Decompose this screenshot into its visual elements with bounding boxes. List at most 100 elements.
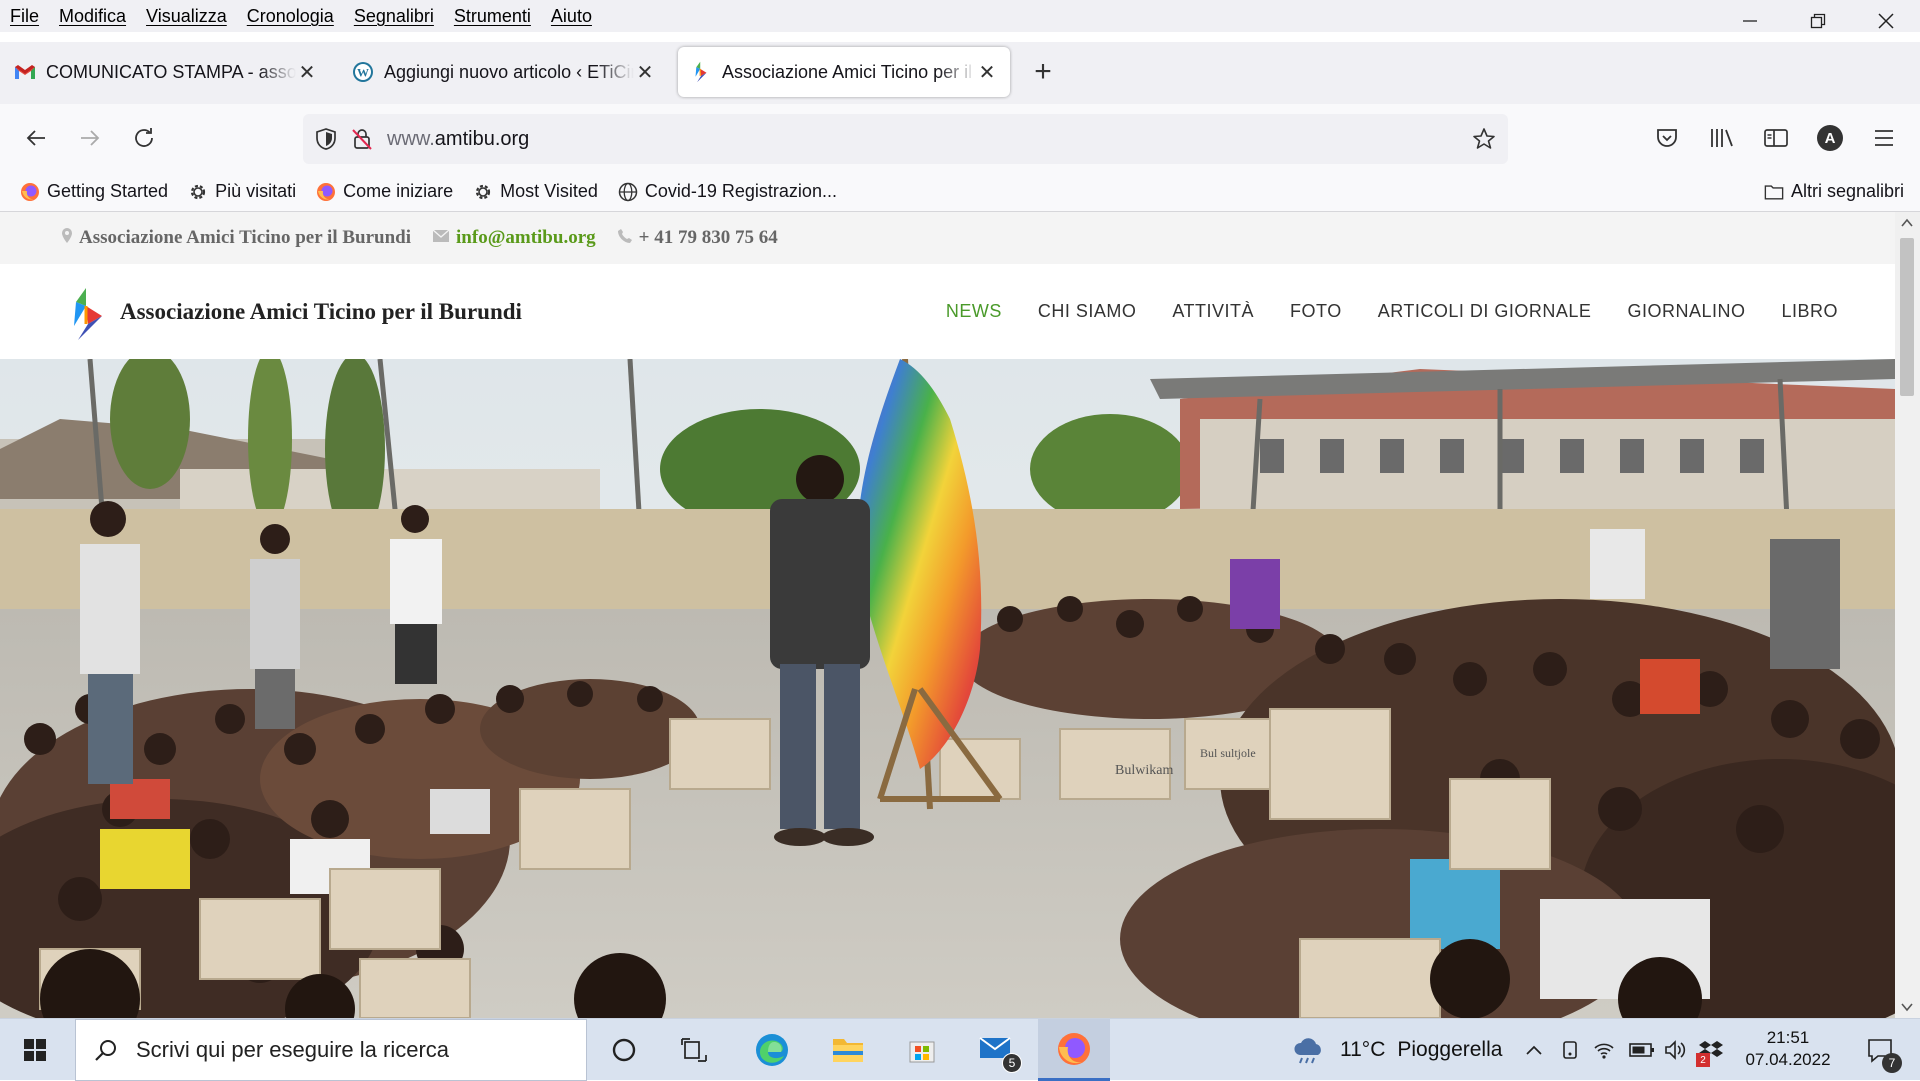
url-bar[interactable]: www.amtibu.org (303, 114, 1508, 164)
network-button[interactable] (1590, 1019, 1618, 1081)
firefox-taskbar-button[interactable] (1038, 1019, 1110, 1081)
firefox-icon (1058, 1032, 1090, 1065)
tray-device-button[interactable] (1556, 1019, 1584, 1081)
tray-expand-button[interactable] (1520, 1019, 1548, 1081)
insecure-lock-icon[interactable] (351, 127, 373, 151)
notifications-button[interactable]: 7 (1852, 1019, 1908, 1081)
site-title[interactable]: Associazione Amici Ticino per il Burundi (120, 264, 522, 359)
cortana-button[interactable] (598, 1019, 650, 1081)
map-marker-icon (62, 228, 72, 248)
globe-icon (618, 182, 638, 202)
taskbar-search[interactable]: Scrivi qui per eseguire la ricerca (75, 1019, 587, 1081)
bookmark-label: Most Visited (500, 181, 598, 201)
close-window-button[interactable] (1852, 0, 1920, 42)
pocket-icon (1657, 129, 1677, 147)
minimize-button[interactable] (1716, 0, 1784, 42)
scroll-up-icon[interactable] (1901, 218, 1913, 228)
task-view-button[interactable] (668, 1019, 720, 1081)
edge-taskbar-button[interactable] (746, 1019, 798, 1081)
bookmark-piu-visitati[interactable]: Più visitati (188, 181, 296, 202)
bookmark-most-visited[interactable]: Most Visited (473, 181, 598, 202)
site-logo-icon (690, 61, 712, 83)
menu-file[interactable]: File (0, 6, 49, 27)
phone-icon (617, 228, 632, 248)
security-badge: 2 (1696, 1053, 1710, 1067)
tab-close-button[interactable]: ✕ (976, 60, 998, 85)
box-label: Bulwikam (1115, 763, 1173, 778)
mail-button[interactable]: 5 (972, 1019, 1024, 1081)
scrollbar-thumb[interactable] (1900, 238, 1914, 396)
scroll-down-icon[interactable] (1901, 1002, 1913, 1012)
menu-strumenti[interactable]: Strumenti (444, 6, 541, 27)
volume-button[interactable] (1660, 1019, 1692, 1081)
bookmark-covid[interactable]: Covid-19 Registrazion... (618, 181, 837, 202)
back-button[interactable] (16, 118, 56, 158)
reload-button[interactable] (124, 118, 164, 158)
nav-articoli[interactable]: ARTICOLI DI GIORNALE (1378, 301, 1592, 322)
taskbar: Scrivi qui per eseguire la ricerca 5 11°… (0, 1018, 1920, 1081)
url-text[interactable]: www.amtibu.org (387, 128, 529, 151)
email-link[interactable]: info@amtibu.org (456, 227, 596, 249)
phone-text: + 41 79 830 75 64 (638, 227, 778, 248)
nav-giornalino[interactable]: GIORNALINO (1627, 301, 1745, 322)
menu-segnalibri[interactable]: Segnalibri (344, 6, 444, 27)
arrow-right-icon (81, 130, 100, 146)
app-menu-button[interactable] (1864, 118, 1904, 158)
forward-button[interactable] (70, 118, 110, 158)
tab-bar: COMUNICATO STAMPA - associ ✕ W Aggiungi … (0, 42, 1920, 104)
restore-button[interactable] (1784, 0, 1852, 42)
weather-temp: 11°C (1340, 1038, 1386, 1061)
library-icon (1711, 129, 1733, 147)
bookmark-getting-started[interactable]: Getting Started (20, 181, 168, 202)
minimize-icon (1743, 20, 1757, 22)
gmail-icon (14, 61, 36, 83)
folder-icon (833, 1039, 863, 1062)
navigation-bar: www.amtibu.org A (0, 104, 1920, 172)
nav-foto[interactable]: FOTO (1290, 301, 1342, 322)
restore-icon (1810, 13, 1826, 29)
search-icon (95, 1040, 116, 1061)
tab-wordpress[interactable]: W Aggiungi nuovo articolo ‹ ETiCin ✕ (340, 47, 668, 97)
other-bookmarks[interactable]: Altri segnalibri (1764, 181, 1904, 202)
edge-icon (756, 1034, 788, 1066)
sidebar-button[interactable] (1756, 118, 1796, 158)
tab-close-button[interactable]: ✕ (296, 60, 318, 85)
url-prefix: www. (387, 127, 435, 150)
file-explorer-button[interactable] (822, 1019, 874, 1081)
library-button[interactable] (1702, 118, 1742, 158)
nav-attivita[interactable]: ATTIVITÀ (1172, 301, 1254, 322)
new-tab-button[interactable]: + (1025, 54, 1061, 90)
nav-libro[interactable]: LIBRO (1781, 301, 1838, 322)
menu-visualizza[interactable]: Visualizza (136, 6, 237, 27)
site-logo[interactable] (68, 286, 108, 342)
tab-close-button[interactable]: ✕ (634, 60, 656, 85)
web-content: Associazione Amici Ticino per il Burundi… (0, 212, 1920, 1018)
firefox-icon (20, 182, 40, 202)
nav-chi-siamo[interactable]: CHI SIAMO (1038, 301, 1137, 322)
store-button[interactable] (896, 1019, 948, 1081)
rain-cloud-icon (1294, 1038, 1321, 1064)
tab-amtibu[interactable]: Associazione Amici Ticino per il Burundi… (678, 47, 1010, 97)
pocket-button[interactable] (1647, 118, 1687, 158)
menu-cronologia[interactable]: Cronologia (237, 6, 344, 27)
system-clock[interactable]: 21:51 07.04.2022 (1728, 1027, 1848, 1071)
nav-news[interactable]: NEWS (946, 301, 1002, 322)
tab-gmail[interactable]: COMUNICATO STAMPA - associ ✕ (2, 47, 330, 97)
menu-aiuto[interactable]: Aiuto (541, 6, 602, 27)
folder-icon (1764, 182, 1784, 202)
topinfo-name: Associazione Amici Ticino per il Burundi (62, 227, 411, 249)
bookmark-star-icon[interactable] (1472, 127, 1496, 151)
security-tray-button[interactable]: 2 (1694, 1019, 1728, 1081)
shield-icon[interactable] (315, 127, 337, 151)
menu-modifica[interactable]: Modifica (49, 6, 136, 27)
account-button[interactable]: A (1810, 118, 1850, 158)
battery-button[interactable] (1626, 1019, 1658, 1081)
envelope-icon (432, 229, 450, 247)
page-scrollbar[interactable] (1895, 212, 1920, 1018)
tab-title: Aggiungi nuovo articolo ‹ ETiCin (384, 61, 634, 82)
start-button[interactable] (0, 1019, 70, 1081)
windows-logo-icon (24, 1039, 46, 1061)
bookmark-come-iniziare[interactable]: Come iniziare (316, 181, 453, 202)
org-name-text: Associazione Amici Ticino per il Burundi (79, 227, 412, 248)
weather-widget[interactable]: 11°C Pioggerella (1292, 1019, 1502, 1081)
